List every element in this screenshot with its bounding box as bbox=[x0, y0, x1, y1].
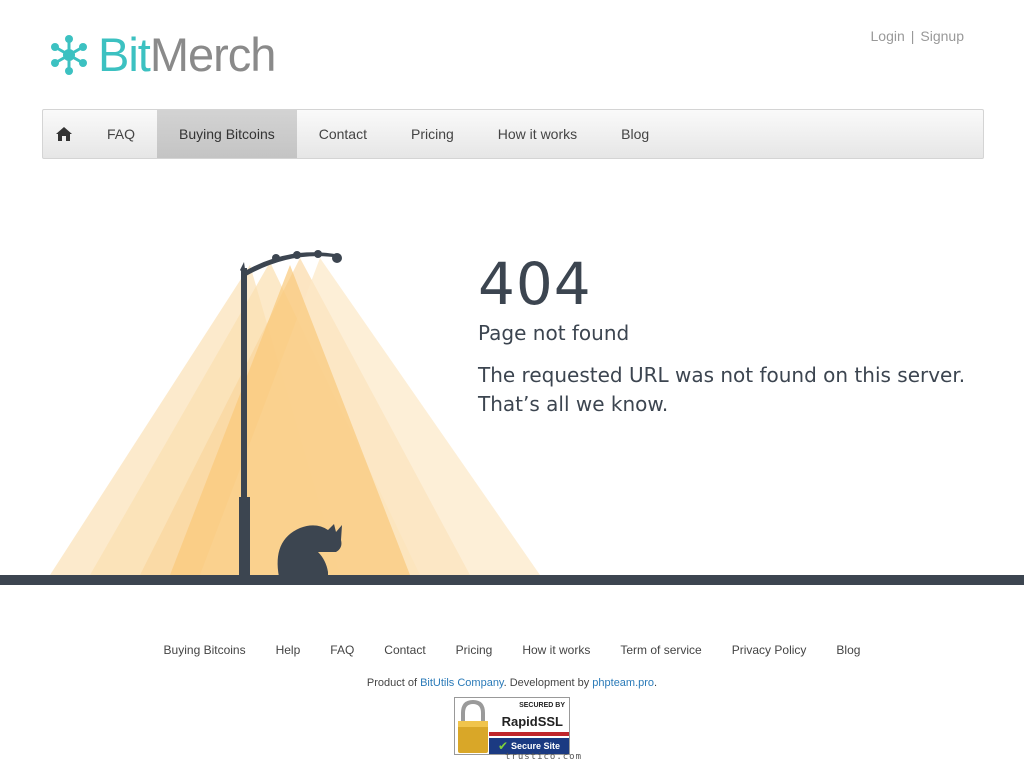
footer-link-pricing[interactable]: Pricing bbox=[441, 643, 508, 657]
nav-pricing[interactable]: Pricing bbox=[389, 110, 476, 158]
nav-blog[interactable]: Blog bbox=[599, 110, 671, 158]
credits-suffix: . bbox=[654, 677, 658, 689]
lamp-light-cone bbox=[50, 258, 540, 575]
footer-credits: Product of BitUtils Company. Development… bbox=[0, 677, 1024, 689]
error-title: Page not found bbox=[478, 321, 630, 345]
logo[interactable]: BitMerch bbox=[48, 28, 277, 81]
error-block: 404 Page not found The requested URL was… bbox=[478, 255, 968, 419]
network-logo-icon bbox=[51, 34, 87, 75]
brand-name-merch: Merch bbox=[149, 28, 277, 81]
login-link[interactable]: Login bbox=[871, 28, 905, 44]
main-nav: FAQ Buying Bitcoins Contact Pricing How … bbox=[42, 109, 984, 159]
ssl-brand: RapidSSL bbox=[501, 714, 563, 729]
nav-how-it-works[interactable]: How it works bbox=[476, 110, 599, 158]
footer-link-privacy[interactable]: Privacy Policy bbox=[717, 643, 822, 657]
footer-link-faq[interactable]: FAQ bbox=[315, 643, 369, 657]
nav-buying-bitcoins[interactable]: Buying Bitcoins bbox=[157, 110, 297, 158]
footer-link-terms[interactable]: Term of service bbox=[605, 643, 716, 657]
error-message: The requested URL was not found on this … bbox=[478, 363, 966, 416]
ssl-secured-by: SECURED BY bbox=[519, 702, 565, 709]
credits-middle: . Development by bbox=[503, 677, 593, 689]
developer-link[interactable]: phpteam.pro bbox=[592, 677, 654, 689]
footer-link-buying-bitcoins[interactable]: Buying Bitcoins bbox=[149, 643, 261, 657]
brand-name-bit: Bit bbox=[98, 28, 151, 81]
credits-prefix: Product of bbox=[366, 677, 421, 689]
nav-home[interactable] bbox=[43, 110, 85, 158]
signup-link[interactable]: Signup bbox=[920, 28, 964, 44]
padlock-icon bbox=[458, 699, 488, 753]
ssl-url: trustico.com bbox=[505, 752, 583, 762]
ssl-badge-label: Secure Site bbox=[511, 741, 561, 751]
checkmark-icon: ✔ bbox=[497, 739, 509, 753]
brand-name: BitMerch bbox=[98, 28, 277, 81]
footer-link-how-it-works[interactable]: How it works bbox=[507, 643, 605, 657]
footer-link-blog[interactable]: Blog bbox=[821, 643, 875, 657]
auth-separator: | bbox=[910, 28, 915, 44]
nav-faq[interactable]: FAQ bbox=[85, 110, 157, 158]
ssl-stripe bbox=[489, 732, 569, 736]
footer-links: Buying Bitcoins Help FAQ Contact Pricing… bbox=[0, 643, 1024, 657]
footer-link-contact[interactable]: Contact bbox=[369, 643, 440, 657]
company-link[interactable]: BitUtils Company bbox=[420, 677, 504, 689]
footer-link-help[interactable]: Help bbox=[261, 643, 316, 657]
nav-contact[interactable]: Contact bbox=[297, 110, 389, 158]
ground-line bbox=[0, 575, 1024, 585]
auth-links: Login | Signup bbox=[871, 28, 965, 44]
ssl-seal[interactable]: SECURED BY RapidSSL ✔ Secure Site bbox=[454, 697, 570, 755]
error-code: 404 bbox=[478, 250, 592, 318]
home-icon bbox=[56, 127, 72, 141]
